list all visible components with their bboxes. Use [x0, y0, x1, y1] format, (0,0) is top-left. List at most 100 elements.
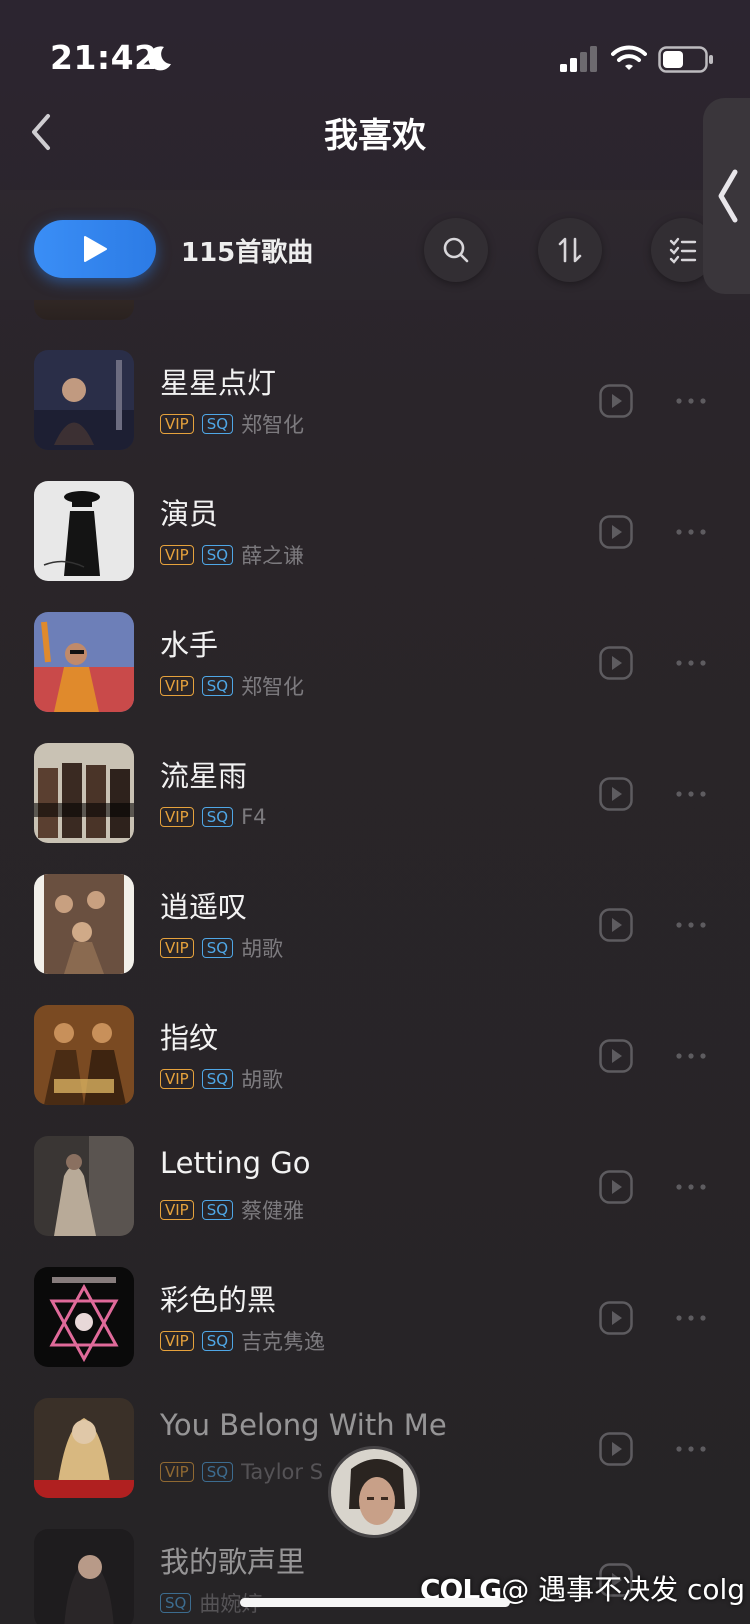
- list-toolbar: 115首歌曲: [0, 190, 750, 300]
- vip-badge: VIP: [160, 807, 194, 827]
- sq-badge: SQ: [201, 938, 234, 958]
- album-cover: [34, 481, 134, 581]
- artist-name: 郑智化: [241, 675, 305, 699]
- song-title: 我的歌声里: [160, 1545, 306, 1579]
- sq-badge: SQ: [201, 1462, 234, 1482]
- song-title: 逍遥叹: [160, 890, 248, 924]
- list-item-partial[interactable]: [34, 300, 134, 320]
- song-count: 115首歌曲: [181, 238, 314, 268]
- status-bar: 21:42: [0, 0, 750, 100]
- more-icon[interactable]: [675, 1182, 707, 1192]
- album-cover: [34, 874, 134, 974]
- chevron-left-icon: [718, 169, 738, 223]
- play-video-icon[interactable]: [599, 1039, 633, 1073]
- sq-badge: SQ: [201, 1200, 234, 1220]
- song-title: 指纹: [160, 1021, 219, 1055]
- list-item[interactable]: 演员 VIP SQ 薛之谦: [0, 481, 750, 612]
- album-cover: [34, 1398, 134, 1498]
- album-cover: [34, 1267, 134, 1367]
- search-icon: [443, 237, 469, 263]
- vip-badge: VIP: [160, 1069, 194, 1089]
- sq-badge: SQ: [201, 676, 234, 696]
- album-cover: [34, 300, 134, 320]
- artist-name: 胡歌: [241, 937, 284, 961]
- sq-badge: SQ: [201, 545, 234, 565]
- sq-badge: SQ: [201, 807, 234, 827]
- song-meta: VIP SQ 胡歌: [160, 936, 284, 961]
- list-item[interactable]: 流星雨 VIP SQ F4: [0, 743, 750, 874]
- song-meta: VIP SQ 郑智化: [160, 412, 305, 437]
- song-list: 星星点灯 VIP SQ 郑智化 演员 VIP SQ 薛之谦 水手 VIP SQ …: [0, 300, 750, 1624]
- list-item[interactable]: 彩色的黑 VIP SQ 吉克隽逸: [0, 1267, 750, 1398]
- song-title: 水手: [160, 628, 219, 662]
- play-video-icon[interactable]: [599, 1432, 633, 1466]
- song-title: 演员: [160, 497, 219, 531]
- mini-player-cover[interactable]: [328, 1446, 420, 1538]
- wifi-icon: [611, 45, 647, 70]
- cellular-signal-icon: [560, 46, 597, 72]
- play-video-icon[interactable]: [599, 1301, 633, 1335]
- list-item[interactable]: 星星点灯 VIP SQ 郑智化: [0, 350, 750, 481]
- vip-badge: VIP: [160, 1331, 194, 1351]
- more-icon[interactable]: [675, 1444, 707, 1454]
- sq-badge: SQ: [160, 1593, 192, 1613]
- list-item[interactable]: Letting Go VIP SQ 蔡健雅: [0, 1136, 750, 1267]
- more-icon[interactable]: [675, 1051, 707, 1061]
- artist-name: 吉克隽逸: [241, 1330, 326, 1354]
- play-video-icon[interactable]: [599, 384, 633, 418]
- watermark-text: @ 遇事不决发 colg: [501, 1573, 746, 1606]
- artist-name: 蔡健雅: [241, 1199, 305, 1223]
- sort-icon: [558, 237, 582, 263]
- song-title: You Belong With Me: [160, 1408, 447, 1442]
- play-all-button[interactable]: [34, 220, 156, 278]
- song-meta: VIP SQ 蔡健雅: [160, 1198, 305, 1223]
- song-title: 星星点灯: [160, 366, 277, 400]
- vip-badge: VIP: [160, 676, 194, 696]
- more-icon[interactable]: [675, 527, 707, 537]
- play-video-icon[interactable]: [599, 908, 633, 942]
- list-item[interactable]: 水手 VIP SQ 郑智化: [0, 612, 750, 743]
- album-cover: [34, 743, 134, 843]
- vip-badge: VIP: [160, 545, 194, 565]
- sq-badge: SQ: [201, 1069, 234, 1089]
- list-item[interactable]: 逍遥叹 VIP SQ 胡歌: [0, 874, 750, 1005]
- play-video-icon[interactable]: [599, 515, 633, 549]
- page-title: 我喜欢: [324, 116, 426, 156]
- sq-badge: SQ: [201, 1331, 234, 1351]
- vip-badge: VIP: [160, 1200, 194, 1220]
- artist-name: Taylor S: [241, 1460, 324, 1484]
- play-icon: [84, 236, 107, 262]
- vip-badge: VIP: [160, 1462, 194, 1482]
- more-icon[interactable]: [675, 789, 707, 799]
- play-video-icon[interactable]: [599, 777, 633, 811]
- album-cover: [34, 350, 134, 450]
- status-time: 21:42: [50, 38, 158, 77]
- song-title: 彩色的黑: [160, 1283, 277, 1317]
- side-drawer-handle[interactable]: [703, 98, 750, 294]
- album-cover: [34, 1136, 134, 1236]
- album-cover: [34, 612, 134, 712]
- play-video-icon[interactable]: [599, 1170, 633, 1204]
- more-icon[interactable]: [675, 658, 707, 668]
- sq-badge: SQ: [201, 414, 234, 434]
- artist-name: 薛之谦: [241, 544, 305, 568]
- album-cover: [34, 1005, 134, 1105]
- more-icon[interactable]: [675, 1313, 707, 1323]
- more-icon[interactable]: [675, 920, 707, 930]
- vip-badge: VIP: [160, 938, 194, 958]
- song-meta: VIP SQ 吉克隽逸: [160, 1329, 326, 1354]
- song-meta: VIP SQ F4: [160, 805, 267, 829]
- sort-button[interactable]: [538, 218, 602, 282]
- song-meta: VIP SQ 郑智化: [160, 674, 305, 699]
- list-item[interactable]: 指纹 VIP SQ 胡歌: [0, 1005, 750, 1136]
- artist-name: F4: [241, 805, 267, 829]
- song-meta: VIP SQ 胡歌: [160, 1067, 283, 1092]
- more-icon[interactable]: [675, 396, 707, 406]
- home-indicator[interactable]: [240, 1598, 510, 1607]
- artist-name: 郑智化: [241, 413, 305, 437]
- search-button[interactable]: [424, 218, 488, 282]
- vip-badge: VIP: [160, 414, 194, 434]
- song-title: 流星雨: [160, 759, 248, 793]
- song-meta: VIP SQ 薛之谦: [160, 543, 305, 568]
- play-video-icon[interactable]: [599, 646, 633, 680]
